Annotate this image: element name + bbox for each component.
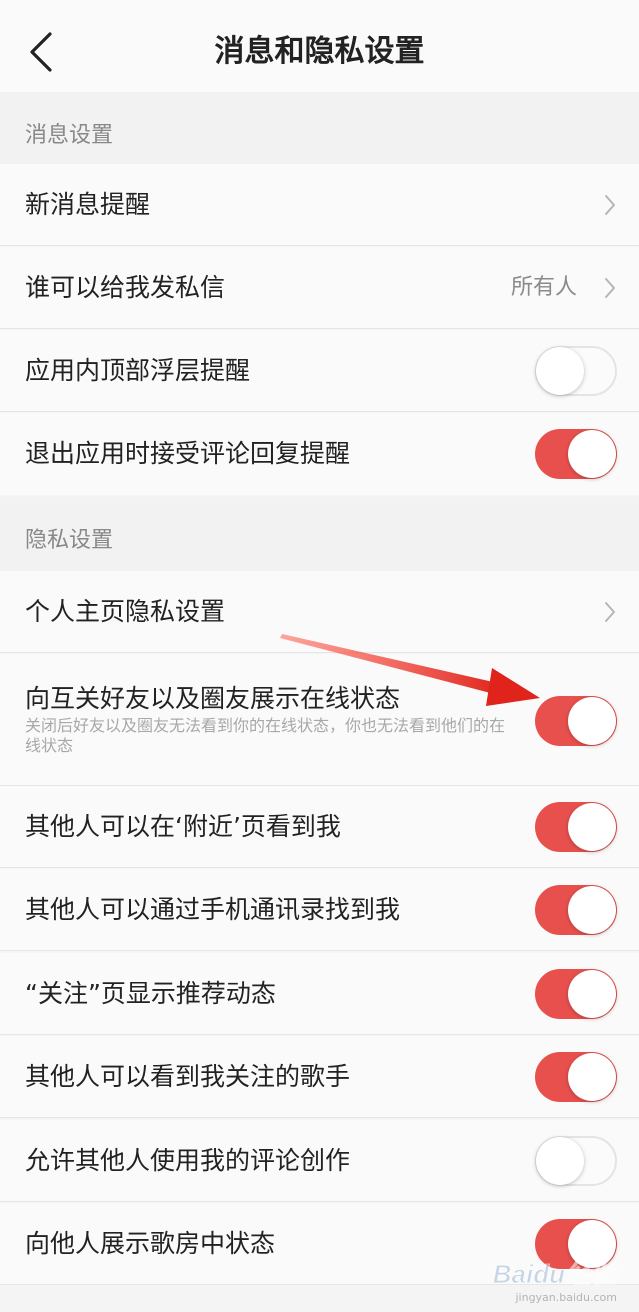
section-header-privacy: 隐私设置 <box>0 497 639 571</box>
toggle-knob <box>568 430 616 478</box>
toggle-knob <box>568 803 616 851</box>
row-label: 允许其他人使用我的评论创作 <box>25 1146 351 1175</box>
row-nearby-visible: 其他人可以在‘附近’页看到我 <box>0 786 639 868</box>
toggle-knob <box>568 970 616 1018</box>
toggle-switch[interactable] <box>535 429 617 479</box>
row-follow-recommendations: “关注”页显示推荐动态 <box>0 953 639 1035</box>
watermark-url: jingyan.baidu.com <box>515 1291 617 1304</box>
row-label: 其他人可以看到我关注的歌手 <box>25 1062 351 1091</box>
watermark: Baidu经验 jingyan.baidu.com <box>492 1254 617 1305</box>
row-value: 所有人 <box>510 275 577 300</box>
toggle-knob <box>568 697 616 745</box>
chevron-right-icon <box>605 602 615 622</box>
row-description: 关闭后好友以及圈友无法看到你的在线状态，你也无法看到他们的在线状态 <box>25 716 506 755</box>
row-label: 个人主页隐私设置 <box>25 597 226 626</box>
row-label: 其他人可以通过手机通讯录找到我 <box>25 895 401 924</box>
toggle-switch[interactable] <box>535 1052 617 1102</box>
toggle-knob <box>536 347 584 395</box>
toggle-switch[interactable] <box>535 969 617 1019</box>
row-label: 退出应用时接受评论回复提醒 <box>25 439 351 468</box>
toggle-knob <box>568 1053 616 1101</box>
row-label: 其他人可以在‘附近’页看到我 <box>25 812 341 841</box>
row-online-status: 向互关好友以及圈友展示在线状态 关闭后好友以及圈友无法看到你的在线状态，你也无法… <box>0 654 639 786</box>
row-label: 向他人展示歌房中状态 <box>25 1229 276 1258</box>
watermark-logo: Baidu经验 <box>492 1259 617 1290</box>
row-in-app-banner-alert: 应用内顶部浮层提醒 <box>0 330 639 412</box>
row-new-message-alert[interactable]: 新消息提醒 <box>0 164 639 246</box>
row-profile-privacy[interactable]: 个人主页隐私设置 <box>0 571 639 653</box>
row-who-can-message-me[interactable]: 谁可以给我发私信 所有人 <box>0 247 639 329</box>
row-label: 应用内顶部浮层提醒 <box>25 356 251 385</box>
row-label: 谁可以给我发私信 <box>25 273 226 302</box>
page-title: 消息和隐私设置 <box>214 34 425 69</box>
toggle-knob <box>536 1137 584 1185</box>
chevron-right-icon <box>605 195 615 215</box>
top-bar: 消息和隐私设置 <box>0 0 639 92</box>
toggle-switch[interactable] <box>535 1136 617 1186</box>
toggle-switch[interactable] <box>535 802 617 852</box>
row-label: 向互关好友以及圈友展示在线状态 <box>25 684 401 713</box>
row-followed-singers-visible: 其他人可以看到我关注的歌手 <box>0 1036 639 1118</box>
section-header-message: 消息设置 <box>0 92 639 164</box>
row-allow-comment-creation: 允许其他人使用我的评论创作 <box>0 1120 639 1202</box>
row-contacts-findable: 其他人可以通过手机通讯录找到我 <box>0 869 639 951</box>
toggle-switch[interactable] <box>535 696 617 746</box>
toggle-switch[interactable] <box>535 346 617 396</box>
row-exit-comment-reply-alert: 退出应用时接受评论回复提醒 <box>0 413 639 495</box>
toggle-switch[interactable] <box>535 885 617 935</box>
row-label: 新消息提醒 <box>25 190 151 219</box>
chevron-right-icon <box>605 278 615 298</box>
row-label: “关注”页显示推荐动态 <box>25 979 276 1008</box>
toggle-knob <box>568 886 616 934</box>
